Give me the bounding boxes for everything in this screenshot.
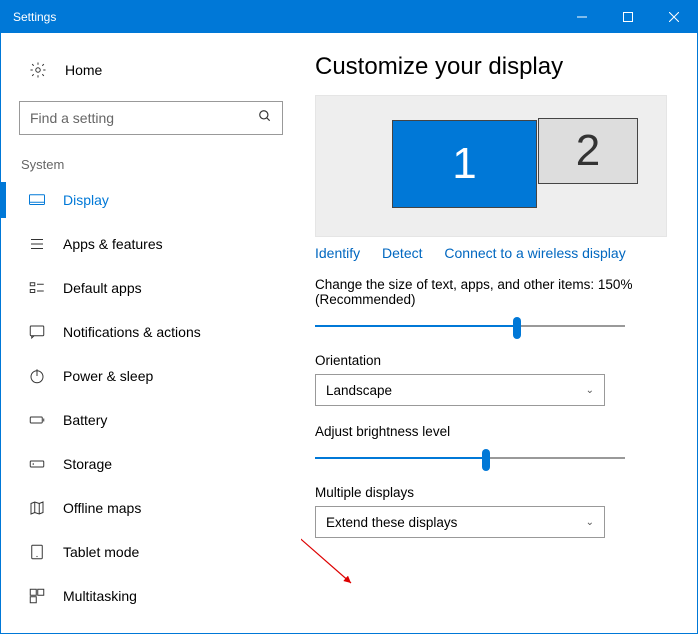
wireless-display-link[interactable]: Connect to a wireless display (444, 245, 625, 261)
minimize-button[interactable] (559, 1, 605, 33)
orientation-dropdown[interactable]: Landscape ⌄ (315, 374, 605, 406)
settings-window: Settings Home System Display (0, 0, 698, 634)
slider-thumb[interactable] (513, 317, 521, 339)
brightness-label: Adjust brightness level (315, 424, 667, 439)
default-apps-icon (27, 278, 47, 298)
sidebar-item-label: Default apps (63, 280, 142, 296)
apps-icon (27, 234, 47, 254)
sidebar-item-default-apps[interactable]: Default apps (1, 266, 301, 310)
slider-fill (315, 325, 517, 327)
sidebar-item-apps[interactable]: Apps & features (1, 222, 301, 266)
sidebar-item-multitasking[interactable]: Multitasking (1, 574, 301, 618)
display-links: Identify Detect Connect to a wireless di… (315, 245, 667, 261)
search-box[interactable] (19, 101, 283, 135)
identify-link[interactable]: Identify (315, 245, 360, 261)
detect-link[interactable]: Detect (382, 245, 422, 261)
slider-fill (315, 457, 486, 459)
sidebar-item-label: Storage (63, 456, 112, 472)
maximize-button[interactable] (605, 1, 651, 33)
notifications-icon (27, 322, 47, 342)
titlebar: Settings (1, 1, 697, 33)
display-icon (27, 190, 47, 210)
brightness-slider[interactable] (315, 449, 625, 467)
sidebar-item-label: Notifications & actions (63, 324, 201, 340)
sidebar-item-maps[interactable]: Offline maps (1, 486, 301, 530)
multitasking-icon (27, 586, 47, 606)
sidebar-item-label: Tablet mode (63, 544, 139, 560)
battery-icon (27, 410, 47, 430)
close-button[interactable] (651, 1, 697, 33)
gear-icon (29, 61, 47, 79)
sidebar-item-label: Apps & features (63, 236, 163, 252)
slider-thumb[interactable] (482, 449, 490, 471)
orientation-value: Landscape (326, 383, 392, 398)
home-label: Home (65, 62, 102, 78)
search-icon (258, 109, 272, 128)
home-button[interactable]: Home (1, 49, 301, 91)
monitor-2[interactable]: 2 (538, 118, 638, 184)
monitor-1[interactable]: 1 (392, 120, 537, 208)
sidebar-item-battery[interactable]: Battery (1, 398, 301, 442)
maps-icon (27, 498, 47, 518)
orientation-label: Orientation (315, 353, 667, 368)
tablet-icon (27, 542, 47, 562)
page-title: Customize your display (315, 53, 667, 81)
search-input[interactable] (30, 110, 258, 126)
sidebar-item-label: Display (63, 192, 109, 208)
sidebar-item-label: Offline maps (63, 500, 141, 516)
sidebar-item-label: Power & sleep (63, 368, 153, 384)
chevron-down-icon: ⌄ (586, 517, 594, 528)
window-title: Settings (1, 10, 559, 24)
sidebar-item-display[interactable]: Display (1, 178, 301, 222)
sidebar-item-label: Battery (63, 412, 107, 428)
scale-label: Change the size of text, apps, and other… (315, 277, 667, 307)
storage-icon (27, 454, 47, 474)
multiple-displays-label: Multiple displays (315, 485, 667, 500)
multiple-displays-value: Extend these displays (326, 515, 457, 530)
scale-slider[interactable] (315, 317, 625, 335)
power-icon (27, 366, 47, 386)
display-arrangement[interactable]: 1 2 (315, 95, 667, 237)
sidebar-item-power[interactable]: Power & sleep (1, 354, 301, 398)
content-pane: Customize your display 1 2 Identify Dete… (301, 33, 697, 633)
sidebar-item-notifications[interactable]: Notifications & actions (1, 310, 301, 354)
sidebar-item-storage[interactable]: Storage (1, 442, 301, 486)
sidebar-item-label: Multitasking (63, 588, 137, 604)
group-label-system: System (1, 135, 301, 178)
multiple-displays-dropdown[interactable]: Extend these displays ⌄ (315, 506, 605, 538)
sidebar-item-tablet[interactable]: Tablet mode (1, 530, 301, 574)
sidebar: Home System Display Apps & features Defa… (1, 33, 301, 633)
chevron-down-icon: ⌄ (586, 385, 594, 396)
